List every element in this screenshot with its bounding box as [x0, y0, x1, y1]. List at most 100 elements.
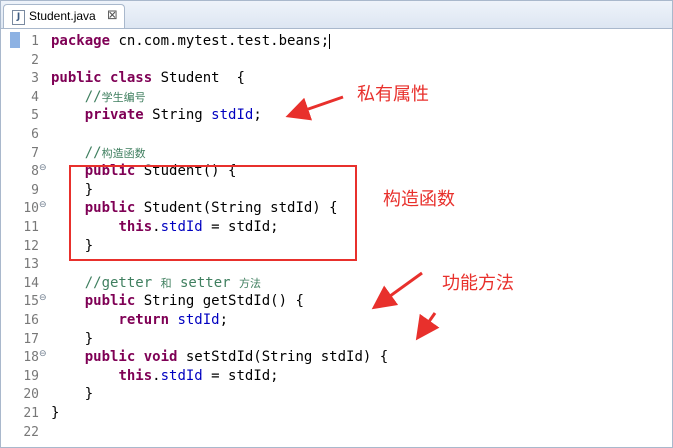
code-token: } [51, 386, 94, 403]
fold-toggle-icon[interactable]: ⊖ [39, 163, 47, 173]
line-number: 14 [23, 275, 39, 291]
code-token: private [84, 107, 144, 124]
code-line[interactable]: 20 } [1, 385, 672, 404]
code-token: Student { [152, 70, 245, 87]
text-cursor [329, 33, 331, 49]
fold-toggle-icon[interactable]: ⊖ [39, 200, 47, 210]
code-token: class [110, 70, 153, 87]
code-token: ; [219, 312, 229, 328]
code-token: stdId [177, 312, 220, 328]
code-text: private String stdId; [51, 106, 262, 125]
annotation-constructors: 构造函数 [383, 189, 455, 210]
code-text: } [51, 385, 93, 404]
code-token: 和 [160, 276, 172, 290]
code-line[interactable]: 2 [1, 51, 672, 70]
code-token: // [51, 144, 102, 161]
code-token: stdId [160, 367, 203, 384]
code-text: this.stdId = stdId; [51, 367, 279, 386]
code-line[interactable]: 1 package cn.com.mytest.test.beans; [1, 32, 672, 51]
code-text: public class Student { [51, 69, 245, 88]
code-token: ; [253, 107, 262, 124]
code-text: //构造函数 [51, 144, 146, 163]
line-number: 21 [23, 406, 39, 421]
java-file-icon: J [12, 10, 25, 25]
line-number: 1 [31, 34, 39, 49]
editor-tab-bar: J Student.java ⊠ [1, 1, 672, 29]
code-text: return stdId; [51, 311, 228, 330]
code-token: 构造函数 [101, 146, 146, 160]
line-number: 13 [23, 257, 39, 273]
line-number: 12 [23, 238, 39, 254]
code-token: setter [171, 274, 240, 291]
line-number: 19 [23, 368, 39, 384]
code-line[interactable]: 6 [1, 125, 672, 144]
code-line[interactable]: 18 ⊖ public void setStdId(String stdId) { [1, 348, 672, 367]
fold-toggle-icon[interactable]: ⊖ [39, 293, 47, 303]
code-token: setStdId(String stdId) { [177, 349, 389, 366]
code-token: 方法 [239, 276, 262, 290]
editor-window: J Student.java ⊠ 1 package cn.com.mytest.… [0, 0, 673, 448]
code-token: } [51, 405, 60, 421]
code-line[interactable]: 19 this.stdId = stdId; [1, 367, 672, 386]
line-number: 7 [31, 145, 39, 161]
code-token: String [143, 107, 212, 124]
line-number: 6 [31, 127, 39, 142]
code-token: 学生编号 [101, 90, 146, 104]
code-line[interactable]: 15 ⊖ public String getStdId() { [1, 292, 672, 311]
tab-student-java[interactable]: J Student.java ⊠ [3, 4, 125, 28]
line-number: 8 [31, 164, 39, 180]
code-token: public [84, 349, 136, 366]
line-number: 16 [23, 313, 39, 328]
code-line[interactable]: 3 public class Student { [1, 69, 672, 88]
fold-toggle-icon[interactable]: ⊖ [39, 349, 47, 359]
tab-title: Student.java [29, 9, 96, 23]
line-number: 11 [23, 220, 39, 235]
line-number: 3 [31, 71, 39, 87]
code-text: public void setStdId(String stdId) { [51, 348, 388, 367]
code-token: package [51, 33, 111, 49]
code-line[interactable]: 22 [1, 423, 672, 442]
code-token: . [152, 367, 161, 384]
code-line[interactable]: 16 return stdId; [1, 311, 672, 330]
code-text: } [51, 404, 59, 423]
code-text: //学生编号 [51, 88, 146, 107]
line-number: 15 [23, 294, 39, 310]
code-token: public [51, 70, 102, 87]
code-line[interactable]: 7 //构造函数 [1, 144, 672, 163]
code-token: cn.com.mytest.test.beans; [110, 33, 330, 49]
code-token: this [118, 367, 153, 384]
line-number: 4 [31, 89, 39, 105]
code-token: //getter [51, 274, 161, 291]
line-number: 2 [31, 52, 39, 68]
code-token: void [143, 349, 178, 366]
code-line[interactable]: 14 //getter 和 setter 方法 [1, 274, 672, 293]
close-icon[interactable]: ⊠ [107, 8, 118, 23]
line-number: 5 [31, 108, 39, 124]
line-number: 22 [23, 424, 39, 440]
code-line[interactable]: 5 private String stdId; [1, 106, 672, 125]
code-token: return [118, 312, 170, 328]
code-token: } [51, 330, 94, 347]
annotation-private-fields: 私有属性 [357, 84, 429, 105]
code-text: public String getStdId() { [51, 292, 304, 311]
code-token: public [84, 293, 136, 310]
code-text: //getter 和 setter 方法 [51, 274, 261, 293]
line-number: 18 [23, 350, 39, 366]
line-number: 9 [31, 182, 39, 198]
code-token: stdId [211, 107, 254, 124]
code-line[interactable]: 4 //学生编号 [1, 88, 672, 107]
code-token: = stdId; [202, 367, 279, 384]
code-token: String getStdId() { [135, 293, 304, 310]
annotation-methods: 功能方法 [442, 273, 514, 294]
line-number: 17 [23, 331, 39, 347]
code-line[interactable]: 21} [1, 404, 672, 423]
code-token: // [51, 88, 102, 105]
code-text: } [51, 330, 93, 349]
code-line[interactable]: 17 } [1, 330, 672, 349]
